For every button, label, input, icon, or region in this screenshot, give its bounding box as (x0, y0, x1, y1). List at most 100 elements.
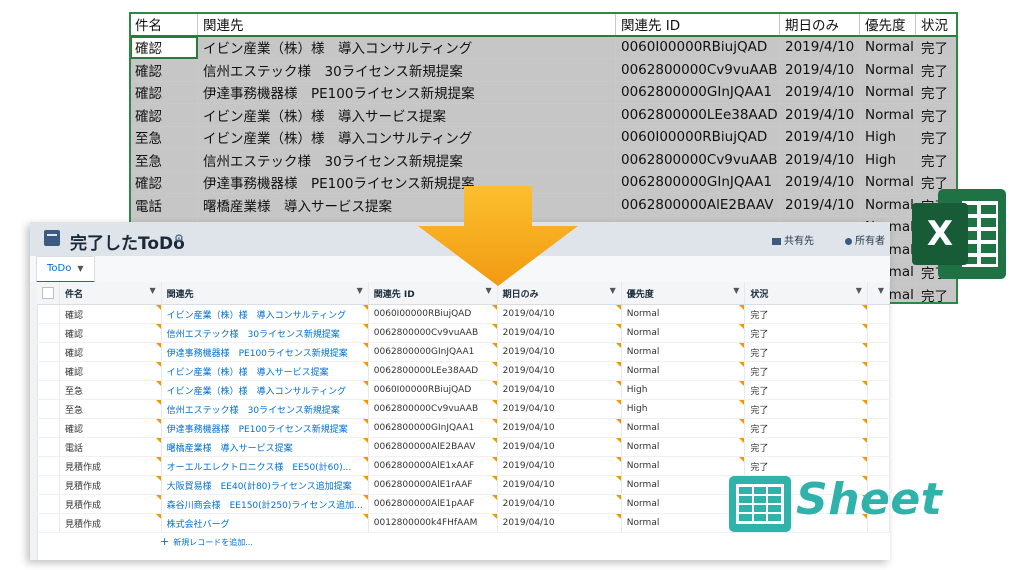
share-button[interactable]: 共有先 (772, 232, 814, 247)
excel-cell[interactable]: 信州エステック様 30ライセンス新規提案 (197, 148, 616, 172)
excel-cell[interactable]: 2019/4/10 (779, 35, 860, 59)
excel-cell[interactable]: イビン産業（株）様 導入サービス提案 (197, 103, 616, 127)
table-cell[interactable]: 完了 (744, 361, 868, 381)
table-cell[interactable]: High (621, 399, 746, 419)
excel-cell[interactable]: 確認 (129, 58, 198, 82)
column-menu[interactable]: ▼ (867, 282, 890, 305)
excel-cell[interactable]: 至急 (129, 125, 198, 149)
table-cell[interactable]: 0062800000AlE1xAAF (368, 456, 498, 476)
table-cell[interactable]: 伊達事務機器様 PE100ライセンス新規提案 (161, 418, 369, 438)
table-cell[interactable]: 0062800000GInJQAA1 (368, 418, 498, 438)
table-cell[interactable]: 曙橋産業様 導入サービス提案 (161, 437, 369, 457)
excel-cell[interactable]: 完了 (915, 58, 958, 82)
excel-cell[interactable]: 2019/4/10 (779, 193, 860, 217)
table-cell[interactable]: 確認 (59, 418, 162, 438)
excel-cell[interactable]: 電話 (129, 193, 198, 217)
row-checkbox[interactable] (37, 513, 60, 533)
chevron-down-icon[interactable]: ▼ (733, 286, 739, 295)
excel-cell[interactable]: 信州エステック様 30ライセンス新規提案 (197, 58, 616, 82)
table-cell[interactable]: 見積作成 (59, 494, 162, 514)
chevron-down-icon[interactable]: ▼ (486, 286, 492, 295)
excel-cell[interactable]: 確認 (129, 103, 198, 127)
table-cell[interactable]: 0062800000AlE1rAAF (368, 475, 498, 495)
add-record-link[interactable]: + 新規レコードを追加... (160, 535, 253, 548)
row-checkbox[interactable] (37, 399, 60, 419)
column-header[interactable]: 件名 ▼ (59, 282, 162, 305)
excel-cell[interactable]: 2019/4/10 (779, 170, 860, 194)
excel-cell[interactable]: Normal (859, 35, 916, 59)
table-cell[interactable]: 完了 (744, 399, 868, 419)
excel-cell[interactable]: 0062800000GInJQAA1 (615, 80, 780, 104)
table-cell[interactable]: 0062800000AlE1pAAF (368, 494, 498, 514)
excel-cell[interactable]: Normal (859, 103, 916, 127)
gear-icon[interactable]: ⚙ (174, 232, 184, 245)
row-checkbox[interactable] (37, 304, 60, 324)
table-cell[interactable]: 完了 (744, 456, 868, 476)
table-cell[interactable]: 2019/04/10 (497, 323, 622, 343)
table-cell[interactable]: 森谷川商会様 EE150(計250)ライセンス追加... (161, 494, 369, 514)
excel-cell[interactable]: 0062800000LEe38AAD (615, 103, 780, 127)
excel-cell[interactable]: 至急 (129, 148, 198, 172)
excel-column-header[interactable]: 件名 (129, 12, 198, 37)
table-cell[interactable]: 信州エステック様 30ライセンス新規提案 (161, 323, 369, 343)
excel-cell[interactable]: 2019/4/10 (779, 103, 860, 127)
column-header[interactable]: 状況 ▼ (744, 282, 868, 305)
row-checkbox[interactable] (37, 456, 60, 476)
table-cell[interactable]: 0062800000GInJQAA1 (368, 342, 498, 362)
excel-column-header[interactable]: 優先度 (859, 12, 916, 37)
table-cell[interactable]: 2019/04/10 (497, 361, 622, 381)
excel-cell[interactable]: イビン産業（株）様 導入コンサルティング (197, 35, 616, 59)
excel-cell[interactable]: 確認 (129, 170, 198, 194)
table-cell[interactable]: 2019/04/10 (497, 494, 622, 514)
excel-cell[interactable]: Normal (859, 193, 916, 217)
table-cell[interactable]: 確認 (59, 342, 162, 362)
excel-column-header[interactable]: 関連先 ID (615, 12, 780, 37)
chevron-down-icon[interactable]: ▼ (357, 286, 363, 295)
excel-cell[interactable]: 0060I00000RBiujQAD (615, 125, 780, 149)
excel-cell[interactable]: 0060I00000RBiujQAD (615, 35, 780, 59)
table-cell[interactable]: 株式会社バーグ (161, 513, 369, 533)
table-cell[interactable]: イビン産業（株）様 導入コンサルティング (161, 380, 369, 400)
excel-cell[interactable]: 完了 (915, 35, 958, 59)
table-cell[interactable]: Normal (621, 342, 746, 362)
excel-cell[interactable]: 2019/4/10 (779, 125, 860, 149)
table-cell[interactable]: Normal (621, 418, 746, 438)
table-cell[interactable]: 電話 (59, 437, 162, 457)
table-cell[interactable]: 伊達事務機器様 PE100ライセンス新規提案 (161, 342, 369, 362)
table-cell[interactable]: 見積作成 (59, 513, 162, 533)
table-cell[interactable]: 2019/04/10 (497, 342, 622, 362)
table-cell[interactable]: 完了 (744, 323, 868, 343)
chevron-down-icon[interactable]: ▼ (77, 264, 83, 273)
row-checkbox[interactable] (37, 418, 60, 438)
column-header[interactable]: 関連先 ▼ (161, 282, 369, 305)
excel-cell[interactable]: Normal (859, 170, 916, 194)
excel-cell[interactable]: 0062800000GInJQAA1 (615, 170, 780, 194)
table-cell[interactable]: 0062800000Cv9vuAAB (368, 323, 498, 343)
table-cell[interactable]: 完了 (744, 418, 868, 438)
chevron-down-icon[interactable]: ▼ (149, 286, 155, 295)
excel-cell[interactable]: 0062800000Cv9vuAAB (615, 148, 780, 172)
table-cell[interactable]: 完了 (744, 304, 868, 324)
table-cell[interactable]: 0012800000k4FHfAAM (368, 513, 498, 533)
excel-cell[interactable]: High (859, 125, 916, 149)
excel-cell[interactable]: 完了 (915, 125, 958, 149)
excel-column-header[interactable]: 状況 (915, 12, 958, 37)
row-checkbox[interactable] (37, 437, 60, 457)
excel-column-header[interactable]: 関連先 (197, 12, 616, 37)
table-cell[interactable]: 至急 (59, 380, 162, 400)
select-all-checkbox[interactable] (37, 282, 60, 305)
column-header[interactable]: 優先度 ▼ (621, 282, 746, 305)
table-cell[interactable]: イビン産業（株）様 導入コンサルティング (161, 304, 369, 324)
excel-cell[interactable]: 2019/4/10 (779, 148, 860, 172)
excel-cell[interactable]: 確認 (129, 35, 198, 59)
table-cell[interactable]: 0062800000LEe38AAD (368, 361, 498, 381)
table-cell[interactable]: 2019/04/10 (497, 304, 622, 324)
table-cell[interactable]: 信州エステック様 30ライセンス新規提案 (161, 399, 369, 419)
table-cell[interactable]: 確認 (59, 323, 162, 343)
excel-cell[interactable]: 2019/4/10 (779, 80, 860, 104)
table-cell[interactable]: 大阪貿易様 EE40(計80)ライセンス追加提案 (161, 475, 369, 495)
table-cell[interactable]: 2019/04/10 (497, 513, 622, 533)
row-checkbox[interactable] (37, 380, 60, 400)
table-cell[interactable]: 見積作成 (59, 475, 162, 495)
row-checkbox[interactable] (37, 342, 60, 362)
